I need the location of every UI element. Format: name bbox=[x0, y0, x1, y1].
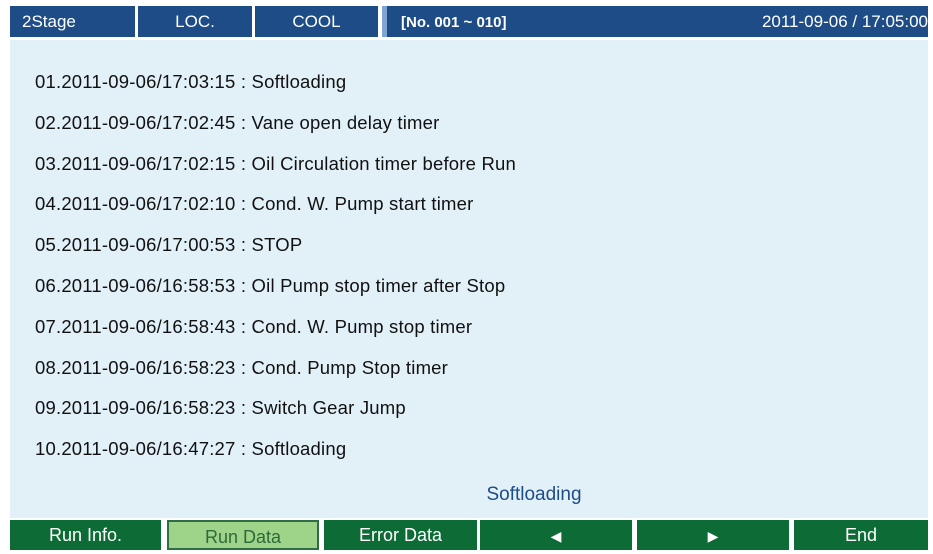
previous-page-button[interactable]: ◀ bbox=[480, 520, 632, 550]
end-button[interactable]: End bbox=[794, 520, 928, 550]
stage-indicator: 2Stage bbox=[10, 6, 135, 37]
log-entry: 09.2011-09-06/16:58:23 : Switch Gear Jum… bbox=[35, 397, 406, 419]
log-entry: 05.2011-09-06/17:00:53 : STOP bbox=[35, 234, 303, 256]
log-entry: 06.2011-09-06/16:58:53 : Oil Pump stop t… bbox=[35, 274, 506, 296]
log-entry: 04.2011-09-06/17:02:10 : Cond. W. Pump s… bbox=[35, 193, 474, 215]
next-page-button[interactable]: ▶ bbox=[637, 520, 789, 550]
event-log-list: 01.2011-09-06/17:03:15 : Softloading 02.… bbox=[35, 62, 516, 470]
log-entry: 07.2011-09-06/16:58:43 : Cond. W. Pump s… bbox=[35, 315, 473, 337]
mode-indicator: COOL bbox=[255, 6, 378, 37]
log-entry: 08.2011-09-06/16:58:23 : Cond. Pump Stop… bbox=[35, 356, 449, 378]
error-data-button[interactable]: Error Data bbox=[324, 520, 477, 550]
run-data-button[interactable]: Run Data bbox=[167, 520, 319, 550]
current-status: Softloading bbox=[486, 484, 582, 505]
status-bar: 2Stage LOC. COOL [No. 001 ~ 010] 2011-09… bbox=[10, 3, 928, 40]
log-entry: 03.2011-09-06/17:02:15 : Oil Circulation… bbox=[35, 152, 517, 174]
run-info-button[interactable]: Run Info. bbox=[10, 520, 161, 550]
datetime-display: 2011-09-06 / 17:05:00 bbox=[761, 12, 928, 31]
button-bar: Run Info. Run Data Error Data ◀ ▶ End bbox=[10, 518, 928, 550]
hmi-screen: 2Stage LOC. COOL [No. 001 ~ 010] 2011-09… bbox=[10, 3, 928, 550]
left-triangle-icon: ◀ bbox=[550, 528, 562, 544]
location-indicator: LOC. bbox=[138, 6, 252, 37]
log-entry: 01.2011-09-06/17:03:15 : Softloading bbox=[35, 71, 347, 92]
log-entry: 02.2011-09-06/17:02:45 : Vane open delay… bbox=[35, 111, 440, 133]
right-triangle-icon: ▶ bbox=[707, 528, 719, 544]
log-entry: 10.2011-09-06/16:47:27 : Softloading bbox=[35, 438, 347, 460]
record-range-label: [No. 001 ~ 010] bbox=[401, 14, 507, 31]
